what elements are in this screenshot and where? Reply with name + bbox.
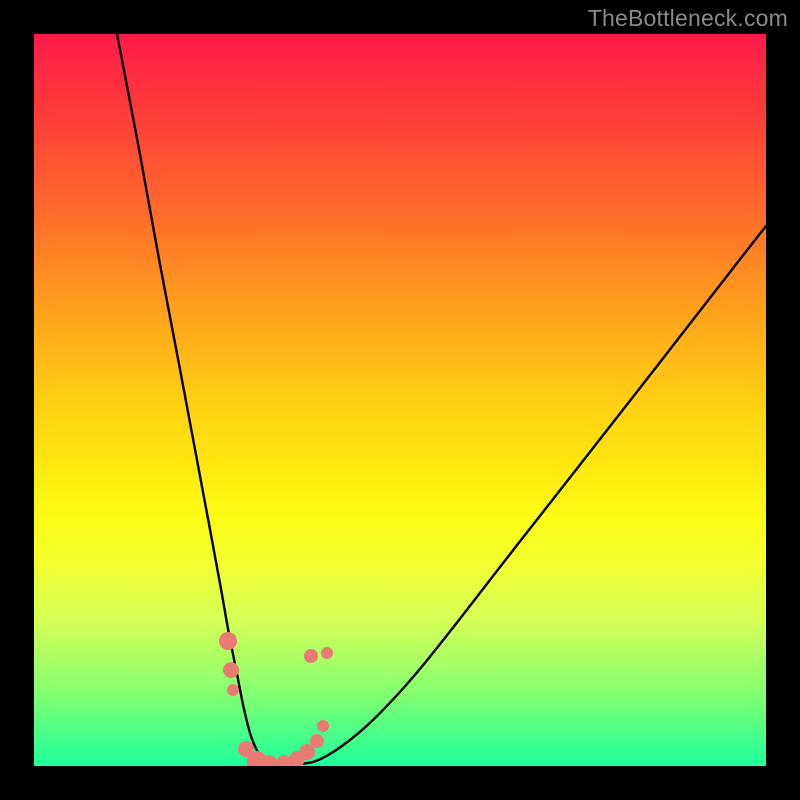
curve-marker [317,720,329,732]
watermark-text: TheBottleneck.com [588,5,788,32]
curve-marker [310,734,324,748]
curve-marker [304,649,318,663]
curve-marker [321,647,333,659]
curve-marker [223,662,239,678]
plot-area [34,34,766,766]
marker-layer [219,632,333,766]
curve-marker [219,632,237,650]
curve-layer [34,34,766,766]
chart-frame: TheBottleneck.com [0,0,800,800]
bottleneck-curve [117,34,766,764]
curve-marker [227,684,239,696]
